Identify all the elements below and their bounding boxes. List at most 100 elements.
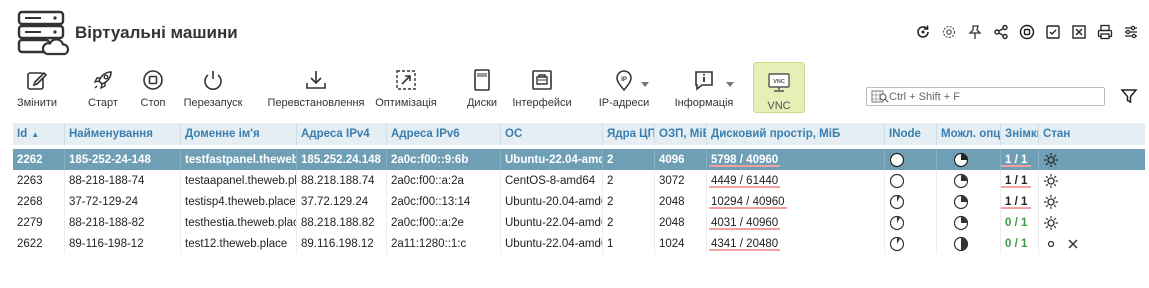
cell-os-value: CentOS-8-amd64: [505, 174, 596, 187]
stop-circle-icon[interactable]: [1017, 22, 1037, 42]
cell-domain-value: testisp4.theweb.place: [185, 195, 296, 208]
cell-name-value: 89-116-198-12: [69, 237, 144, 250]
cell-cores: 2: [603, 191, 655, 212]
cell-domain-value: testaapanel.theweb.place: [185, 174, 297, 187]
table-row[interactable]: 2622 89-116-198-12 test12.theweb.place 89.1…: [13, 233, 1145, 254]
cell-ram: 2048: [655, 191, 707, 212]
search-input[interactable]: [889, 90, 1099, 103]
column-header-os[interactable]: ОС: [501, 123, 603, 145]
column-header-id[interactable]: Id ▲: [13, 123, 65, 145]
cell-domain: testfastpanel.theweb.place: [181, 149, 297, 170]
cell-ipv4-value: 185.252.24.148: [301, 153, 381, 166]
cell-cores: 2: [603, 212, 655, 233]
disks-button[interactable]: Диски: [464, 66, 500, 114]
stop-button[interactable]: Стоп: [138, 66, 168, 114]
excel-icon[interactable]: [1069, 22, 1089, 42]
table-row[interactable]: 2263 88-218-188-74 testaapanel.theweb.plac…: [13, 170, 1145, 191]
cell-ipv6: 2a0c:f00::13:14: [387, 191, 501, 212]
ip-dropdown-chevron-icon[interactable]: [641, 82, 649, 87]
cell-disk-value: 4449 / 61440: [709, 174, 781, 188]
vnc-button[interactable]: VNC VNC: [753, 62, 805, 113]
column-header-domain[interactable]: Доменне ім'я: [181, 123, 297, 145]
table-row[interactable]: 2262 185-252-24-148 testfastpanel.theweb.p…: [13, 149, 1145, 170]
cell-ipv4: 88.218.188.74: [297, 170, 387, 191]
cell-name-value: 88-218-188-82: [69, 216, 145, 229]
column-header-name[interactable]: Найменування: [65, 123, 181, 145]
power-restart-icon: [204, 71, 222, 90]
column-header-state[interactable]: Стан: [1039, 123, 1145, 145]
page-header: Віртуальні машини: [0, 0, 1149, 62]
server-cloud-logo-icon: [17, 10, 69, 56]
settings-icon[interactable]: [939, 22, 959, 42]
column-header-cores[interactable]: Ядра ЦП: [603, 123, 655, 145]
cell-os-value: Ubuntu-22.04-amd64: [505, 153, 602, 166]
cell-os-value: Ubuntu-22.04-amd64: [505, 216, 603, 229]
refresh-icon[interactable]: [913, 22, 933, 42]
info-button[interactable]: Інформація: [673, 66, 735, 114]
table-row[interactable]: 2279 88-218-188-82 testhestia.theweb.place…: [13, 212, 1145, 233]
cell-os-value: Ubuntu-20.04-amd64: [505, 195, 603, 208]
snapshots-underline: [1001, 206, 1032, 209]
edit-button[interactable]: Змінити: [15, 66, 59, 114]
svg-text:VNC: VNC: [773, 79, 785, 85]
edit-icon: [27, 71, 48, 90]
cell-snapshots: 1 / 1: [1001, 191, 1039, 212]
cell-domain-value: test12.theweb.place: [185, 237, 288, 250]
column-header-options[interactable]: Можл. опції: [937, 123, 1001, 145]
options-pie-icon: [953, 215, 969, 230]
snapshots-value: 0 / 1: [1005, 237, 1028, 250]
share-icon[interactable]: [991, 22, 1011, 42]
cell-ipv6: 2a0c:f00::9:6b: [387, 149, 501, 170]
reinstall-button[interactable]: Перевстановлення: [267, 66, 365, 114]
cell-inode: [885, 170, 937, 191]
column-header-inode[interactable]: INode: [885, 123, 937, 145]
rocket-icon: [93, 71, 112, 90]
cell-name-value: 37-72-129-24: [69, 195, 139, 208]
cell-snapshots: 0 / 1: [1001, 212, 1039, 233]
cell-os: CentOS-8-amd64: [501, 170, 603, 191]
print-icon[interactable]: [1095, 22, 1115, 42]
sliders-icon[interactable]: [1121, 22, 1141, 42]
restart-button[interactable]: Перезапуск: [181, 66, 245, 114]
cell-ram-value: 4096: [659, 153, 685, 166]
start-button[interactable]: Старт: [86, 66, 120, 114]
cell-ipv4-value: 89.116.198.12: [301, 237, 374, 250]
running-sun-icon: [1044, 194, 1058, 209]
page-title: Віртуальні машини: [75, 23, 238, 42]
cell-cores: 2: [603, 149, 655, 170]
checklist-icon[interactable]: [1043, 22, 1063, 42]
cell-state: [1039, 170, 1145, 191]
filter-icon[interactable]: [1119, 86, 1139, 106]
cell-ipv4-value: 88.218.188.74: [301, 174, 375, 187]
disk-usage-underline: [709, 227, 781, 230]
cell-snapshots: 1 / 1: [1001, 170, 1039, 191]
cell-domain: testaapanel.theweb.place: [181, 170, 297, 191]
cell-name: 89-116-198-12: [65, 233, 181, 254]
cell-options: [937, 191, 1001, 212]
cell-id: 2622: [13, 233, 65, 254]
cell-ram: 1024: [655, 233, 707, 254]
column-header-ram[interactable]: ОЗП, МіБ: [655, 123, 707, 145]
cell-id: 2279: [13, 212, 65, 233]
cell-id: 2263: [13, 170, 65, 191]
stop-icon: [143, 70, 163, 90]
pin-icon[interactable]: [965, 22, 985, 42]
cell-ipv4-value: 37.72.129.24: [301, 195, 369, 208]
column-header-ipv6[interactable]: Адреса IPv6: [387, 123, 501, 145]
cell-disk: 4341 / 20480: [707, 233, 885, 254]
cell-options: [937, 170, 1001, 191]
interfaces-button[interactable]: Інтерфейси: [511, 66, 573, 114]
column-header-ipv4[interactable]: Адреса IPv4: [297, 123, 387, 145]
table-row[interactable]: 2268 37-72-129-24 testisp4.theweb.place 37.…: [13, 191, 1145, 212]
cell-ram: 4096: [655, 149, 707, 170]
ip-addresses-button[interactable]: IP IP-адреси: [596, 66, 652, 114]
optimize-button[interactable]: Оптимізація: [374, 66, 438, 114]
vnc-monitor-icon: VNC: [768, 73, 790, 92]
info-dropdown-chevron-icon[interactable]: [726, 82, 734, 87]
close-icon[interactable]: [1065, 236, 1081, 252]
inode-usage-icon: [889, 173, 905, 188]
column-header-snapshots[interactable]: Знімки: [1001, 123, 1039, 145]
column-header-disk[interactable]: Дисковий простір, МіБ: [707, 123, 885, 145]
inode-usage-icon: [889, 236, 905, 251]
cell-disk-value: 10294 / 40960: [709, 195, 787, 209]
